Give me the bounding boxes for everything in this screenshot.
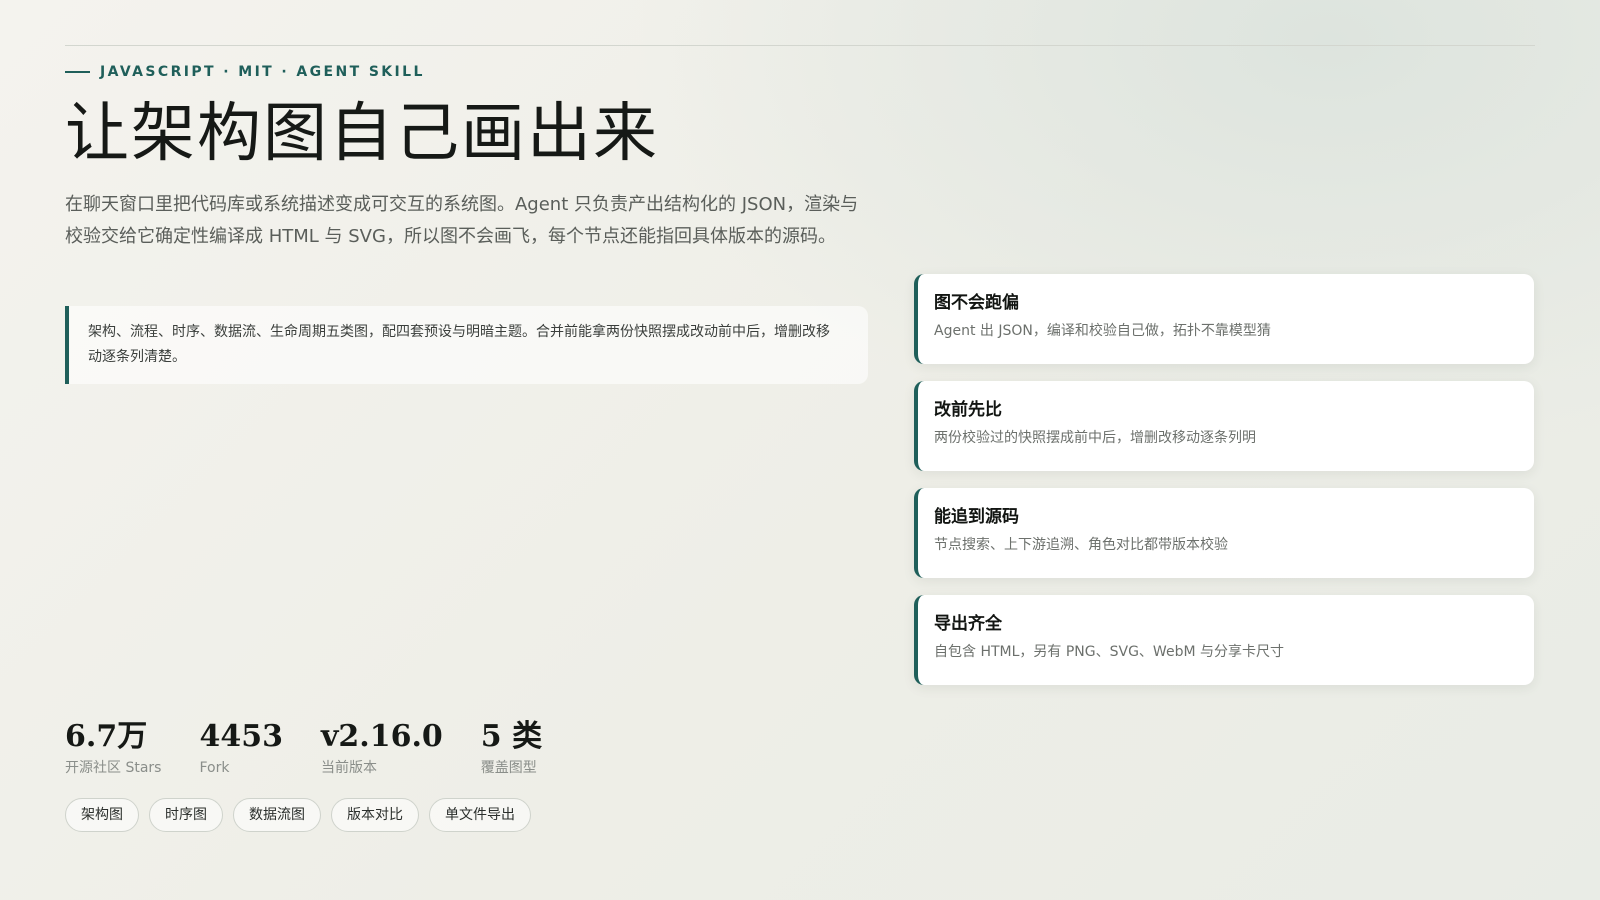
stat-value: 6.7万: [65, 719, 148, 754]
feature-description: 节点搜索、上下游追溯、角色对比都带版本校验: [934, 537, 1228, 553]
tag-chip[interactable]: 单文件导出: [429, 798, 531, 832]
feature-title: 改前先比: [934, 400, 1002, 420]
feature-title: 能追到源码: [934, 507, 1019, 527]
feature-description: 两份校验过的快照摆成前中后，增删改移动逐条列明: [934, 430, 1256, 446]
stat-label: Fork: [199, 760, 230, 776]
feature-card: 导出齐全 自包含 HTML，另有 PNG、SVG、WebM 与分享卡尺寸: [914, 595, 1534, 685]
stat-value: v2.16.0: [320, 719, 443, 754]
feature-list: 图不会跑偏 Agent 出 JSON，编译和校验自己做，拓扑不靠模型猜 改前先比…: [914, 274, 1534, 702]
tag-chip[interactable]: 架构图: [65, 798, 139, 832]
highlight-quote: 架构、流程、时序、数据流、生命周期五类图，配四套预设与明暗主题。合并前能拿两份快…: [65, 306, 868, 384]
feature-title: 导出齐全: [934, 614, 1002, 634]
eyebrow: JAVASCRIPT · MIT · AGENT SKILL: [65, 64, 425, 80]
hero-description: 在聊天窗口里把代码库或系统描述变成可交互的系统图。Agent 只负责产出结构化的…: [65, 194, 859, 247]
stats-row: 6.7万 开源社区 Stars 4453 Fork v2.16.0 当前版本 5…: [65, 718, 580, 778]
stat-forks: 4453 Fork: [199, 718, 283, 778]
page-title: 让架构图自己画出来: [65, 97, 659, 171]
feature-description: Agent 出 JSON，编译和校验自己做，拓扑不靠模型猜: [934, 323, 1271, 339]
tag-list: 架构图 时序图 数据流图 版本对比 单文件导出: [65, 798, 531, 832]
feature-title: 图不会跑偏: [934, 293, 1019, 313]
top-divider: [65, 45, 1535, 46]
stat-label: 当前版本: [320, 760, 377, 776]
stat-diagram-types: 5 类 覆盖图型: [481, 718, 542, 778]
stat-value: 5 类: [480, 719, 543, 754]
feature-description: 自包含 HTML，另有 PNG、SVG、WebM 与分享卡尺寸: [934, 644, 1284, 660]
stat-stars: 6.7万 开源社区 Stars: [65, 718, 161, 778]
tag-chip[interactable]: 时序图: [149, 798, 223, 832]
stat-version: v2.16.0 当前版本: [321, 718, 443, 778]
tag-chip[interactable]: 版本对比: [331, 798, 419, 832]
feature-card: 图不会跑偏 Agent 出 JSON，编译和校验自己做，拓扑不靠模型猜: [914, 274, 1534, 364]
stat-label: 覆盖图型: [480, 760, 537, 776]
stat-value: 4453: [199, 719, 283, 754]
tag-chip[interactable]: 数据流图: [233, 798, 321, 832]
eyebrow-text: JAVASCRIPT · MIT · AGENT SKILL: [100, 64, 425, 80]
feature-card: 改前先比 两份校验过的快照摆成前中后，增删改移动逐条列明: [914, 381, 1534, 471]
feature-card: 能追到源码 节点搜索、上下游追溯、角色对比都带版本校验: [914, 488, 1534, 578]
eyebrow-dash: [65, 71, 90, 73]
stat-label: 开源社区 Stars: [65, 760, 162, 776]
